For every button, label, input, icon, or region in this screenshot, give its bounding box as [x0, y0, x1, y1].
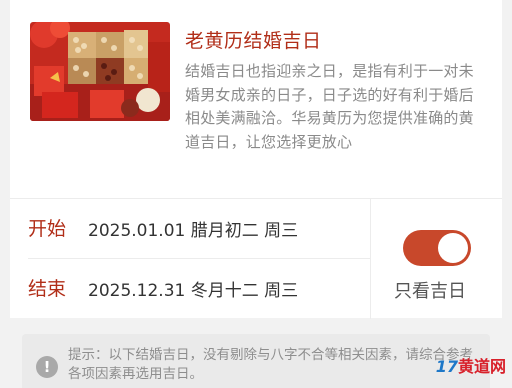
end-label: 结束: [28, 278, 67, 300]
toggle-knob: [438, 233, 468, 263]
auspicious-only-label: 只看吉日: [394, 281, 466, 302]
header-card: 老黄历结婚吉日 结婚吉日也指迎亲之日，是指有利于一对未婚男女成亲的日子，日子选的…: [10, 0, 502, 198]
watermark-logo: 17黄道网: [436, 353, 506, 377]
column-divider: [370, 199, 371, 319]
watermark-text: 黄道网: [457, 357, 506, 376]
page-description: 结婚吉日也指迎亲之日，是指有利于一对未婚男女成亲的日子，日子选的好有利于婚后相处…: [185, 62, 474, 151]
wedding-gifts-image: [30, 22, 170, 121]
auspicious-only-toggle[interactable]: [403, 230, 471, 266]
watermark-number: 17: [435, 357, 458, 376]
start-label: 开始: [28, 218, 67, 240]
exclamation-circle-icon: !: [36, 356, 58, 378]
page-title: 老黄历结婚吉日: [185, 30, 322, 52]
notice-text: 提示：以下结婚吉日，没有剔除与八字不合等相关因素，请综合参考各项因素再选用吉日。: [68, 347, 473, 382]
end-date-value[interactable]: 2025.12.31 冬月十二 周三: [88, 276, 298, 301]
start-date-value[interactable]: 2025.01.01 腊月初二 周三: [88, 216, 298, 241]
start-date-row[interactable]: 开始 2025.01.01 腊月初二 周三: [10, 199, 370, 259]
date-range-panel: 开始 2025.01.01 腊月初二 周三 结束 2025.12.31 冬月十二…: [10, 198, 502, 319]
notice-box: ! 提示：以下结婚吉日，没有剔除与八字不合等相关因素，请综合参考各项因素再选用吉…: [22, 334, 490, 388]
end-date-row[interactable]: 结束 2025.12.31 冬月十二 周三: [10, 259, 370, 319]
